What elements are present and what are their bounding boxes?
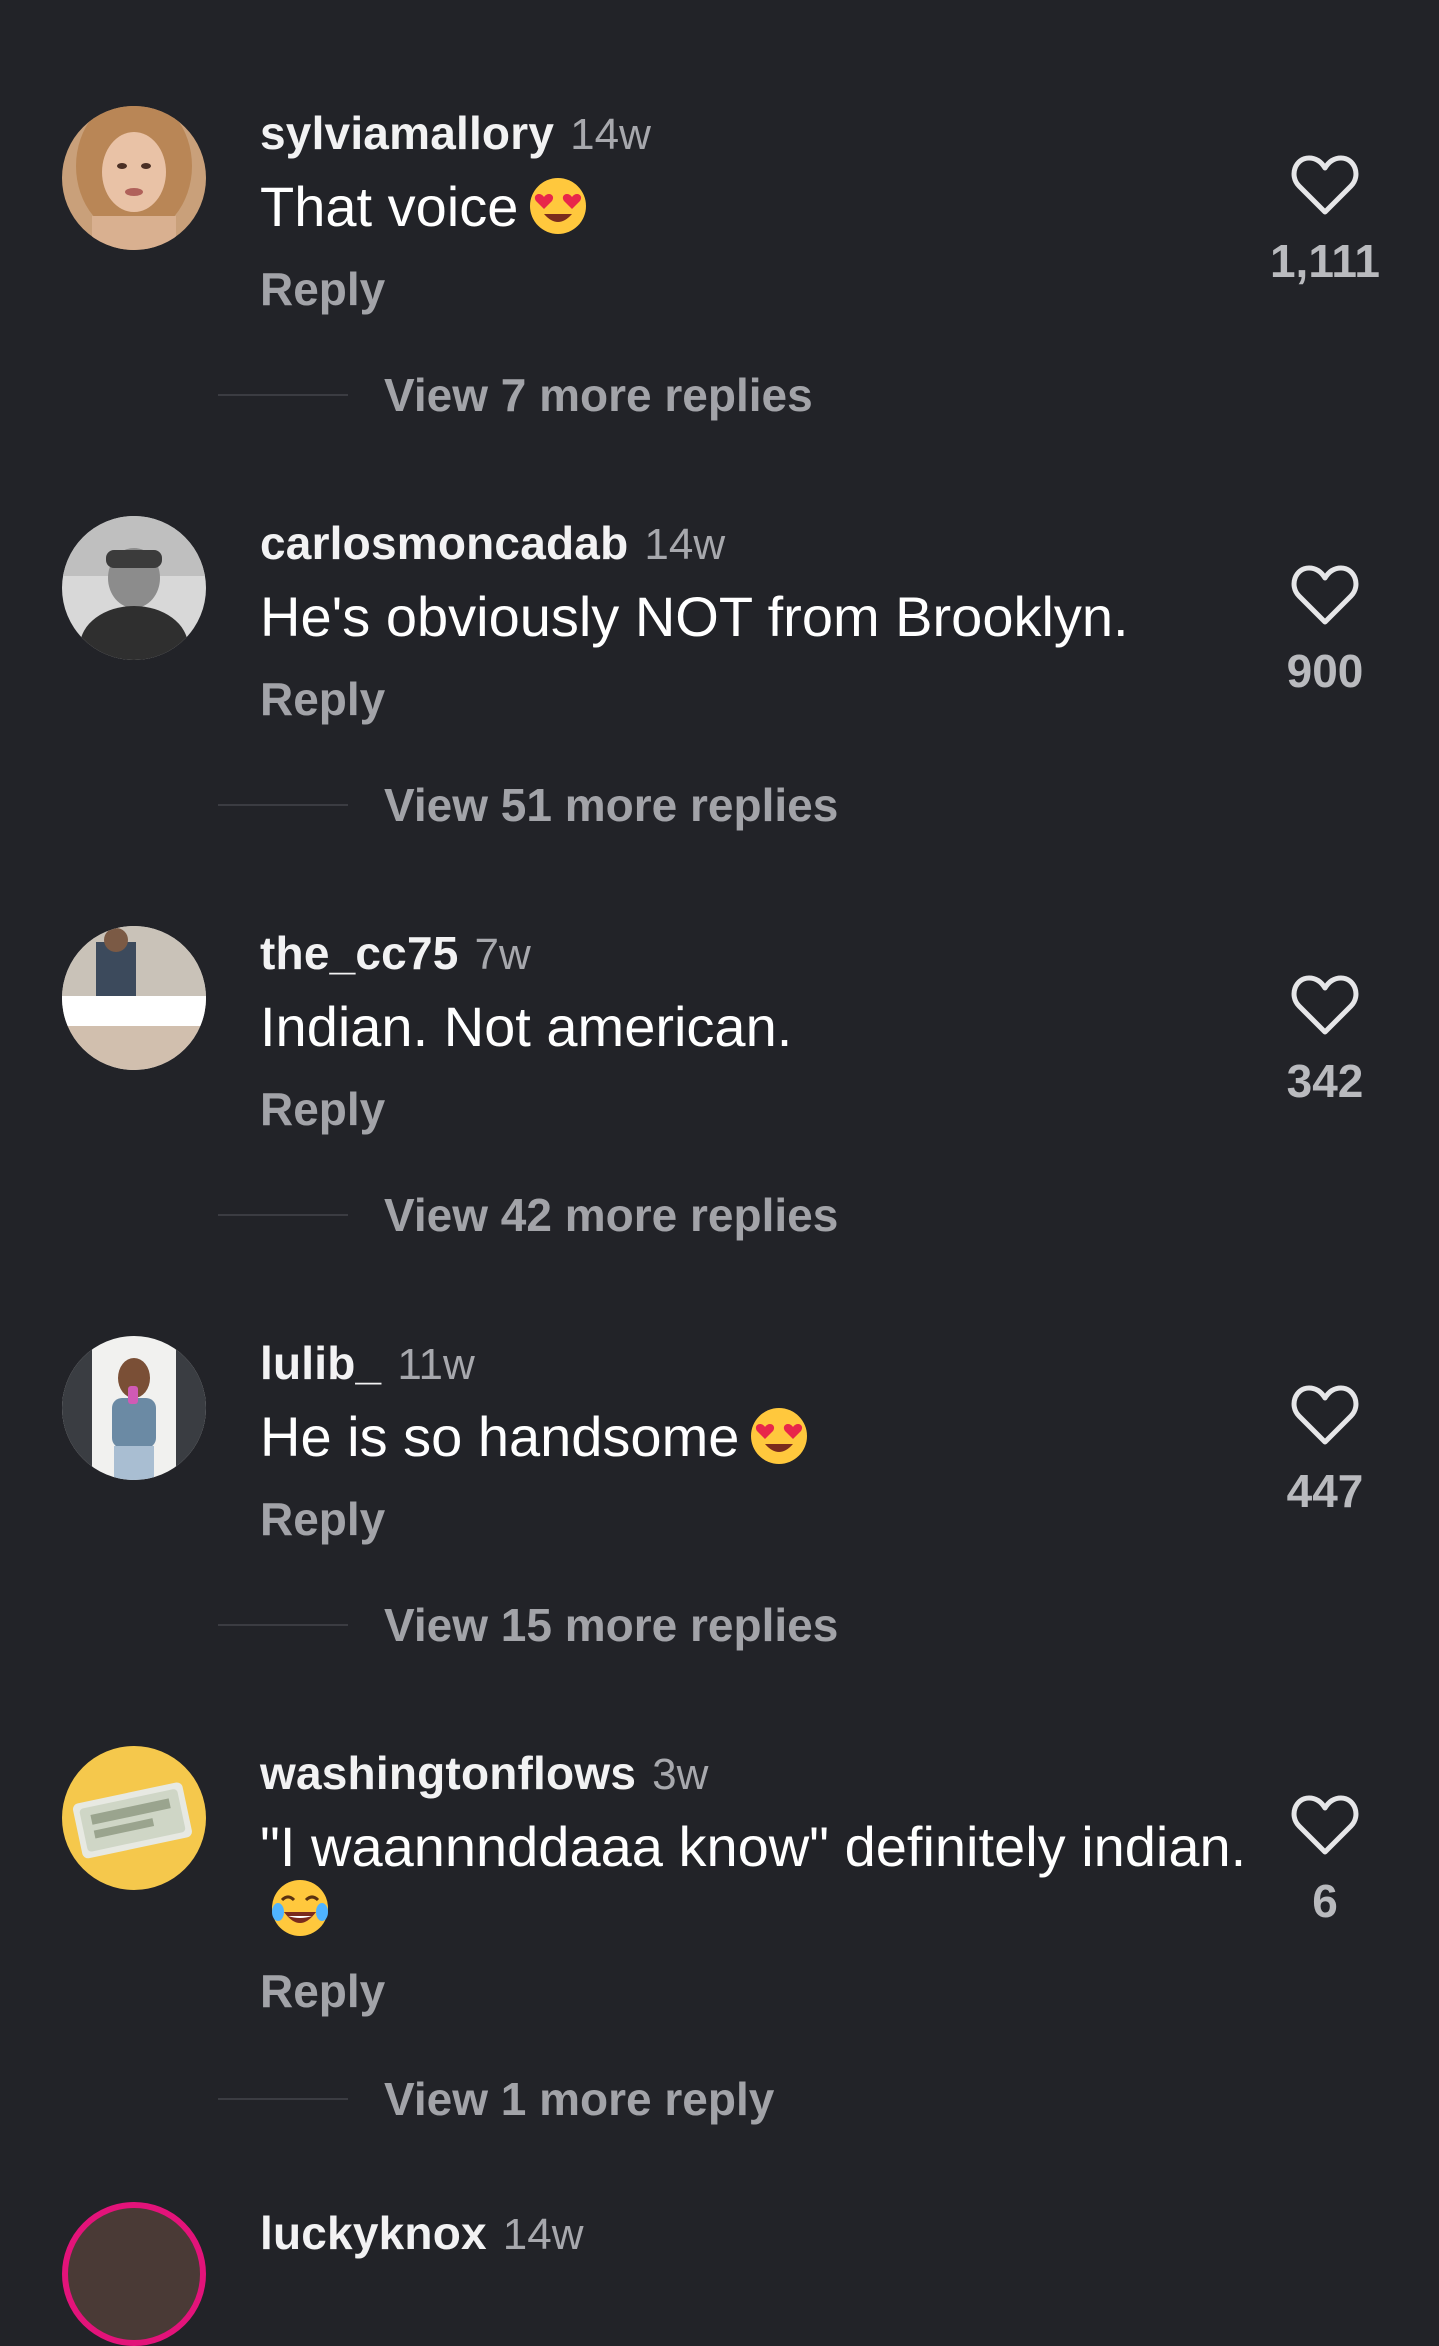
comment-text: That voice bbox=[260, 176, 1260, 248]
reply-button[interactable]: Reply bbox=[260, 1964, 385, 2018]
view-more-replies-label: View 7 more replies bbox=[384, 369, 813, 421]
timestamp: 14w bbox=[502, 2210, 584, 2259]
comment-header: washingtonflows 3w bbox=[260, 1746, 708, 1806]
comment-header: sylviamallory 14w bbox=[260, 106, 651, 166]
avatar[interactable] bbox=[62, 1746, 206, 1890]
heart-outline-icon[interactable] bbox=[1291, 564, 1359, 626]
view-more-replies-label: View 1 more reply bbox=[384, 2073, 775, 2125]
like-count: 342 bbox=[1286, 1055, 1364, 1107]
timestamp: 7w bbox=[474, 930, 531, 979]
username[interactable]: lulib_ bbox=[260, 1337, 381, 1389]
username[interactable]: luckyknox bbox=[260, 2207, 487, 2259]
avatar-story-ring[interactable] bbox=[62, 2202, 206, 2346]
like-control: 6 bbox=[1260, 1794, 1390, 1928]
timestamp: 14w bbox=[644, 520, 726, 569]
heart-outline-icon[interactable] bbox=[1291, 1794, 1359, 1856]
comment-text-content: "I waannnddaaa know" definitely indian. bbox=[260, 1815, 1247, 1878]
heart-outline-icon[interactable] bbox=[1291, 154, 1359, 216]
avatar[interactable] bbox=[62, 926, 206, 1070]
view-more-replies[interactable]: View 15 more replies bbox=[218, 1598, 838, 1658]
like-count: 900 bbox=[1286, 645, 1364, 697]
view-more-replies[interactable]: View 1 more reply bbox=[218, 2072, 774, 2132]
reply-button[interactable]: Reply bbox=[260, 262, 385, 316]
heart-outline-icon[interactable] bbox=[1291, 974, 1359, 1036]
comment-text: He is so handsome bbox=[260, 1406, 1260, 1478]
avatar[interactable] bbox=[62, 1336, 206, 1480]
view-more-replies[interactable]: View 42 more replies bbox=[218, 1188, 838, 1248]
comment-text: He's obviously NOT from Brooklyn. bbox=[260, 586, 1260, 648]
comment-text-content: He is so handsome bbox=[260, 1405, 740, 1468]
reply-button[interactable]: Reply bbox=[260, 1492, 385, 1546]
timestamp: 14w bbox=[570, 110, 651, 159]
like-control: 900 bbox=[1260, 564, 1390, 698]
like-control: 1,111 bbox=[1260, 154, 1390, 288]
divider-line bbox=[218, 1214, 348, 1216]
comment-text-content: That voice bbox=[260, 175, 519, 238]
heart-eyes-emoji-icon bbox=[749, 1406, 809, 1478]
comment-text: Indian. Not american. bbox=[260, 996, 1260, 1058]
timestamp: 3w bbox=[652, 1750, 709, 1799]
like-count: 6 bbox=[1312, 1875, 1338, 1927]
divider-line bbox=[218, 804, 348, 806]
view-more-replies-label: View 42 more replies bbox=[384, 1189, 839, 1241]
comment-header: luckyknox 14w bbox=[260, 2206, 584, 2260]
divider-line bbox=[218, 2098, 348, 2100]
heart-outline-icon[interactable] bbox=[1291, 1384, 1359, 1446]
username[interactable]: sylviamallory bbox=[260, 107, 554, 159]
like-control: 342 bbox=[1260, 974, 1390, 1108]
tears-of-joy-emoji-icon bbox=[270, 1878, 330, 1950]
comment-text: "I waannnddaaa know" definitely indian. bbox=[260, 1816, 1260, 1950]
comment-header: carlosmoncadab 14w bbox=[260, 516, 725, 576]
view-more-replies[interactable]: View 51 more replies bbox=[218, 778, 838, 838]
comment-text-content: He's obviously NOT from Brooklyn. bbox=[260, 585, 1129, 648]
avatar[interactable] bbox=[62, 106, 206, 250]
like-control: 447 bbox=[1260, 1384, 1390, 1518]
username[interactable]: the_cc75 bbox=[260, 927, 459, 979]
view-more-replies[interactable]: View 7 more replies bbox=[218, 368, 813, 428]
like-count: 447 bbox=[1286, 1465, 1364, 1517]
timestamp: 11w bbox=[397, 1340, 475, 1389]
divider-line bbox=[218, 1624, 348, 1626]
reply-button[interactable]: Reply bbox=[260, 1082, 385, 1136]
like-count: 1,111 bbox=[1269, 235, 1381, 287]
comment-header: lulib_ 11w bbox=[260, 1336, 475, 1396]
view-more-replies-label: View 15 more replies bbox=[384, 1599, 839, 1651]
username[interactable]: washingtonflows bbox=[260, 1747, 636, 1799]
username[interactable]: carlosmoncadab bbox=[260, 517, 628, 569]
reply-button[interactable]: Reply bbox=[260, 672, 385, 726]
comment-text-content: Indian. Not american. bbox=[260, 995, 793, 1058]
avatar[interactable] bbox=[62, 516, 206, 660]
divider-line bbox=[218, 394, 348, 396]
view-more-replies-label: View 51 more replies bbox=[384, 779, 839, 831]
comment-header: the_cc75 7w bbox=[260, 926, 531, 986]
heart-eyes-emoji-icon bbox=[528, 176, 588, 248]
